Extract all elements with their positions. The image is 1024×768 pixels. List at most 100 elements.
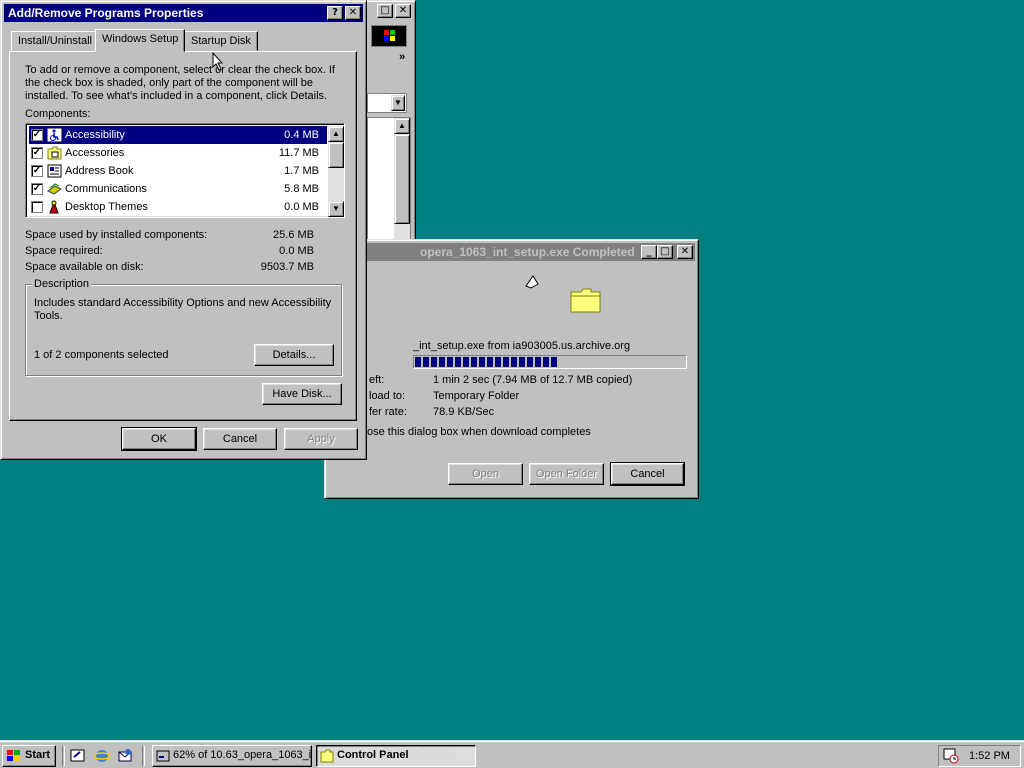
space-label: Space required: — [25, 245, 103, 257]
download-row-label: eft: — [369, 374, 385, 386]
instructions-line-1: To add or remove a component, select or … — [25, 64, 335, 76]
instructions-line-2: the check box is shaded, only part of th… — [25, 77, 314, 89]
component-size: 0.0 MB — [284, 201, 319, 213]
components-scrollbar[interactable]: ▲ ▼ — [328, 126, 344, 217]
component-checkbox[interactable]: ✓ — [31, 129, 43, 141]
scroll-up-arrow[interactable]: ▲ — [328, 126, 344, 142]
wheelchair-icon — [46, 127, 63, 143]
minimize-button[interactable]: _ — [641, 245, 657, 259]
component-size: 5.8 MB — [284, 183, 319, 195]
download-row-label: load to: — [369, 390, 406, 402]
component-name: Accessibility — [65, 129, 125, 141]
start-button[interactable]: Start — [2, 745, 56, 767]
task-download-button[interactable]: 62% of 10.63_opera_1063_int... — [152, 745, 312, 767]
have-disk-button[interactable]: Have Disk... — [262, 383, 342, 405]
download-progress-fill — [415, 357, 558, 367]
taskbar: Start 62% of 10.63_opera_1063_int... Con… — [0, 740, 1024, 768]
communications-icon — [47, 182, 62, 196]
desktop-themes-icon — [47, 200, 62, 214]
add-remove-programs-dialog: Add/Remove Programs Properties ? ✕ Insta… — [0, 0, 367, 460]
control-panel-task-icon — [320, 749, 334, 766]
components-list: ✓ Accessibility 0.4 MB ✓ Accessories 11.7 MB ✓… — [25, 123, 345, 218]
close-button[interactable]: ✕ — [345, 6, 361, 20]
components-selected-count: 1 of 2 components selected — [34, 349, 169, 361]
instructions-line-3: installed. To see what's included in a c… — [25, 90, 328, 102]
space-label: Space used by installed components: — [25, 229, 208, 241]
description-line-1: Includes standard Accessibility Options … — [34, 297, 332, 309]
close-button[interactable]: ✕ — [677, 245, 693, 259]
open-folder-button[interactable]: Open Folder — [529, 463, 604, 485]
download-progress-bar — [413, 355, 687, 369]
component-checkbox[interactable]: ✓ — [31, 183, 43, 195]
tab-windows-setup[interactable]: Windows Setup — [95, 29, 186, 52]
description-line-2: Tools. — [34, 310, 63, 322]
tab-install-uninstall[interactable]: Install/Uninstall — [11, 31, 99, 51]
component-size: 1.7 MB — [284, 165, 319, 177]
dialog-title: Add/Remove Programs Properties — [8, 6, 204, 20]
download-title-bar: opera_1063_int_setup.exe Completed _ □ ✕ — [328, 243, 695, 261]
windows-flag-icon — [6, 749, 22, 766]
component-checkbox[interactable]: ✓ — [31, 165, 43, 177]
outlook-express-icon[interactable] — [117, 748, 133, 767]
component-checkbox[interactable] — [31, 201, 43, 213]
space-label: Space available on disk: — [25, 261, 144, 273]
components-label: Components: — [25, 108, 91, 120]
folder-icon — [569, 286, 603, 317]
address-combo[interactable]: ▼ — [367, 93, 407, 113]
accessories-icon — [47, 146, 62, 160]
download-row-value: 78.9 KB/Sec — [433, 406, 495, 418]
dialog-title-bar: Add/Remove Programs Properties ? ✕ — [4, 4, 363, 22]
component-row[interactable]: ✓ Address Book 1.7 MB — [29, 162, 327, 180]
download-task-icon — [156, 749, 170, 766]
download-source: _int_setup.exe from ia903005.us.archive.… — [413, 340, 631, 352]
download-cancel-button[interactable]: Cancel — [610, 462, 685, 486]
download-window: opera_1063_int_setup.exe Completed _ □ ✕… — [324, 239, 699, 499]
component-row[interactable]: ✓ Accessibility 0.4 MB — [29, 126, 327, 144]
quick-launch-divider-2 — [142, 746, 145, 766]
address-book-icon — [47, 164, 62, 178]
component-size: 0.4 MB — [284, 129, 319, 141]
windows-logo-icon — [371, 25, 407, 47]
open-button[interactable]: Open — [448, 463, 523, 485]
chevron-more-icon[interactable]: » — [399, 51, 405, 63]
apply-button[interactable]: Apply — [284, 428, 358, 450]
space-value: 0.0 MB — [279, 245, 314, 257]
download-row-value: 1 min 2 sec (7.94 MB of 12.7 MB copied) — [433, 374, 633, 386]
internet-explorer-icon[interactable] — [93, 748, 111, 767]
cancel-button[interactable]: Cancel — [203, 428, 277, 450]
component-size: 11.7 MB — [278, 147, 319, 159]
download-row-label: fer rate: — [369, 406, 407, 418]
scroll-thumb[interactable] — [328, 142, 344, 168]
flying-paper-icon — [523, 274, 541, 295]
start-label: Start — [25, 749, 51, 761]
close-button[interactable]: ✕ — [395, 4, 411, 18]
scheduler-tray-icon[interactable] — [943, 748, 959, 767]
component-name: Desktop Themes — [65, 201, 148, 213]
task-control-panel-button[interactable]: Control Panel — [316, 745, 476, 767]
maximize-button[interactable]: □ — [657, 245, 673, 259]
description-label: Description — [32, 278, 92, 290]
system-tray: 1:52 PM — [938, 745, 1021, 767]
mouse-cursor-icon — [212, 51, 224, 74]
ok-button[interactable]: OK — [121, 427, 197, 451]
component-name: Address Book — [65, 165, 134, 177]
task-download-label: 62% of 10.63_opera_1063_int... — [173, 749, 312, 761]
component-name: Communications — [65, 183, 147, 195]
component-row[interactable]: ✓ Communications 5.8 MB — [29, 180, 327, 198]
download-row-value: Temporary Folder — [433, 390, 520, 402]
download-title: opera_1063_int_setup.exe Completed — [420, 245, 635, 259]
maximize-button[interactable]: □ — [377, 4, 393, 18]
component-row[interactable]: Desktop Themes 0.0 MB — [29, 198, 327, 216]
task-control-panel-label: Control Panel — [337, 749, 409, 761]
help-button[interactable]: ? — [327, 6, 343, 20]
details-button[interactable]: Details... — [254, 344, 334, 366]
space-value: 9503.7 MB — [260, 261, 314, 273]
close-when-done-label[interactable]: ose this dialog box when download comple… — [367, 426, 591, 438]
tab-startup-disk[interactable]: Startup Disk — [184, 31, 258, 51]
show-desktop-icon[interactable] — [70, 748, 86, 767]
clock[interactable]: 1:52 PM — [969, 750, 1010, 762]
component-name: Accessories — [65, 147, 125, 159]
scroll-down-arrow[interactable]: ▼ — [328, 201, 344, 217]
component-row[interactable]: ✓ Accessories 11.7 MB — [29, 144, 327, 162]
component-checkbox[interactable]: ✓ — [31, 147, 43, 159]
